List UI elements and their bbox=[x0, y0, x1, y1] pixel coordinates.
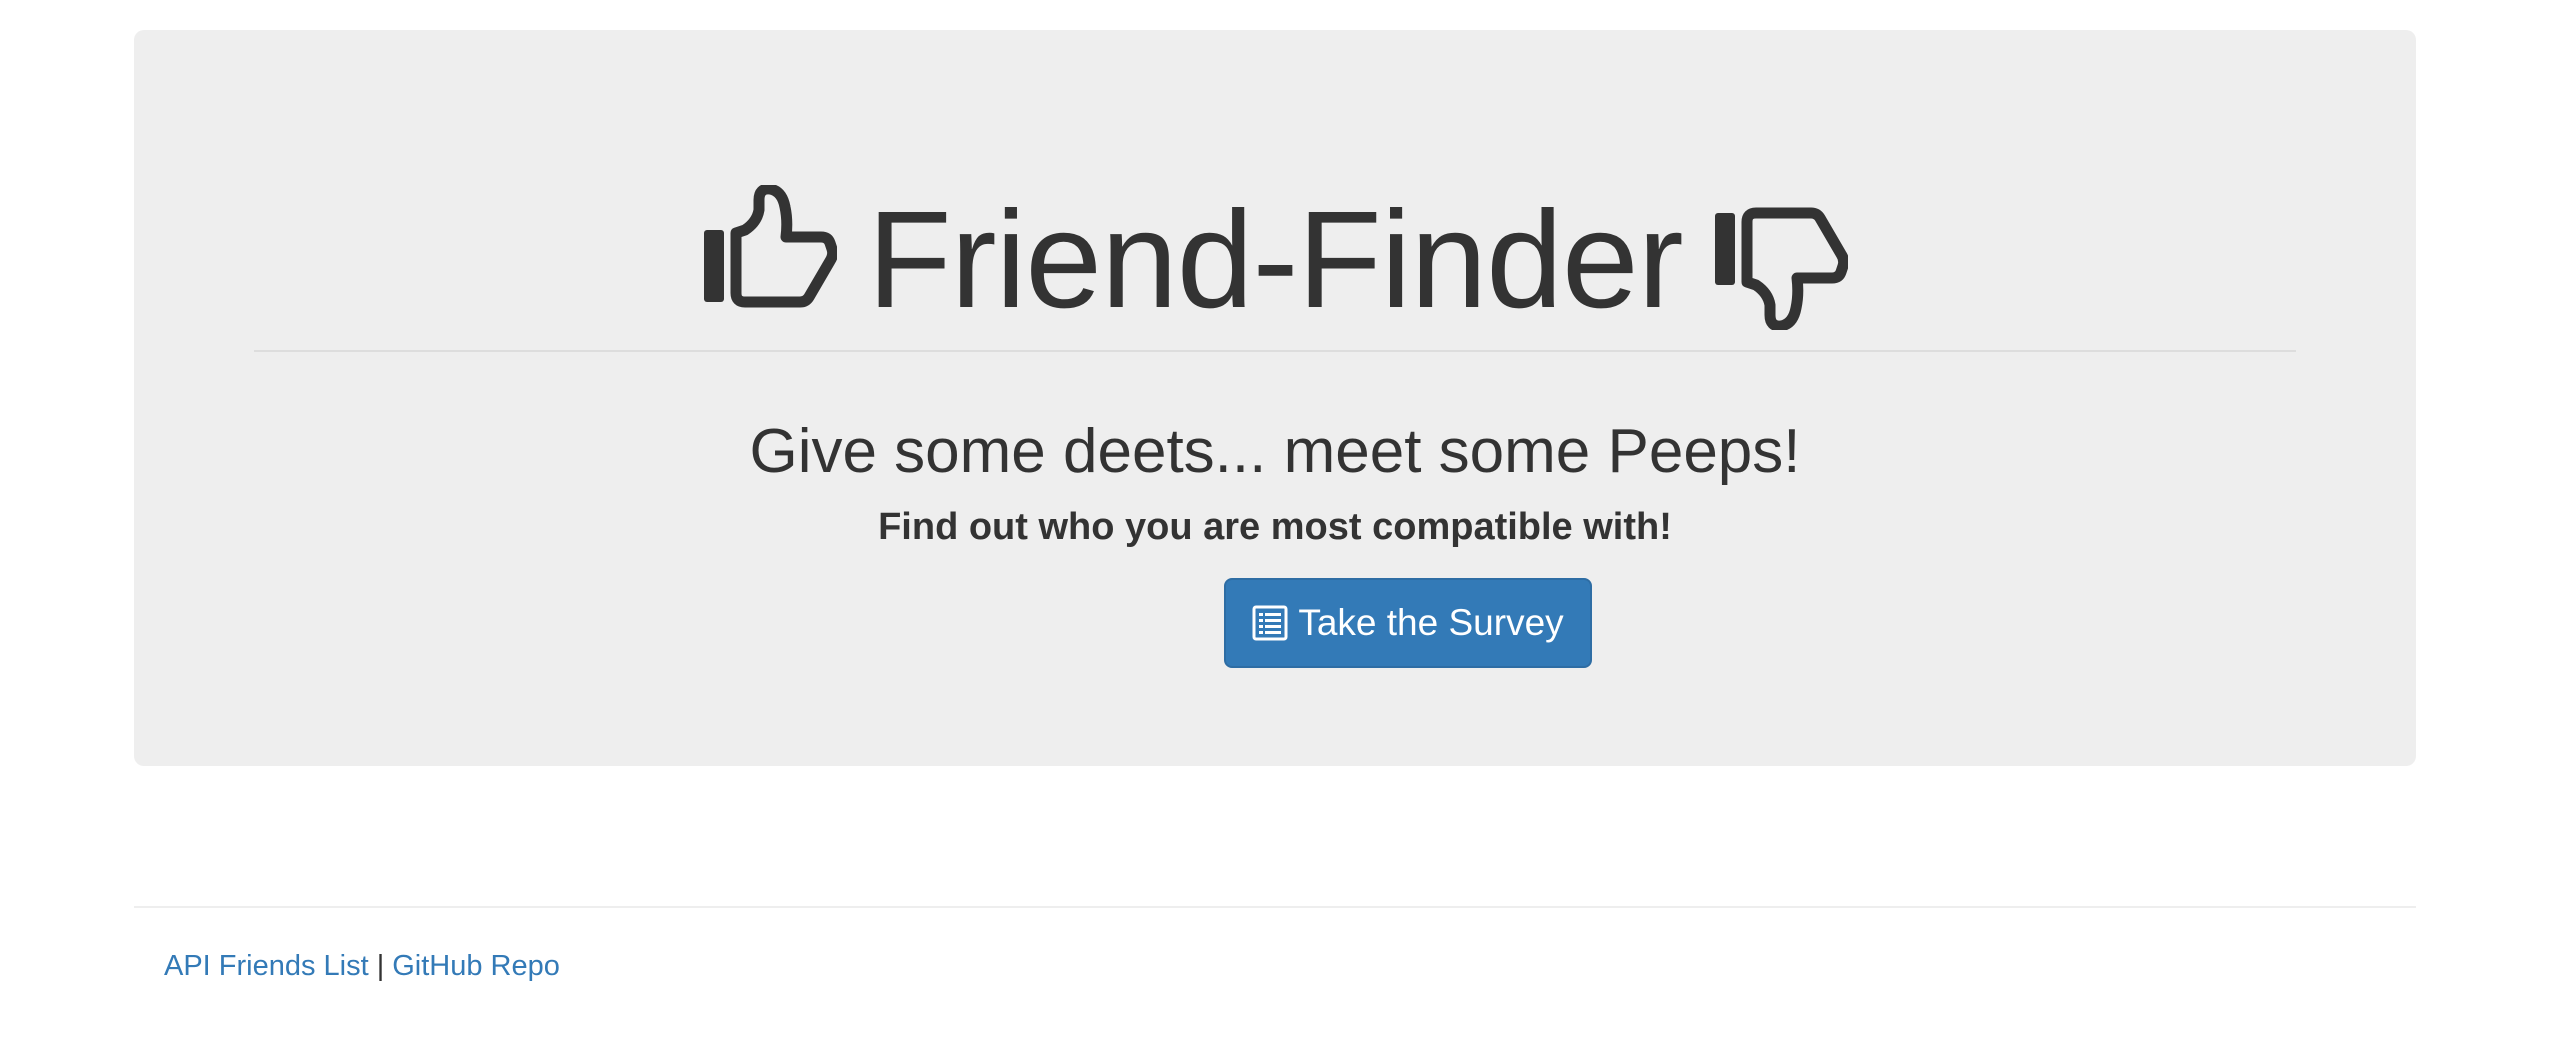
take-survey-button[interactable]: Take the Survey bbox=[1224, 578, 1592, 668]
thumbs-up-icon bbox=[704, 185, 838, 308]
footer-separator: | bbox=[376, 950, 385, 982]
tagline: Find out who you are most compatible wit… bbox=[878, 506, 1672, 548]
list-alt-icon bbox=[1252, 605, 1288, 641]
github-repo-link[interactable]: GitHub Repo bbox=[392, 950, 560, 982]
jumbotron: Friend-Finder Give some deets... meet so… bbox=[134, 30, 2416, 766]
page-title: Friend-Finder bbox=[867, 183, 1683, 337]
take-survey-button-label: Take the Survey bbox=[1298, 602, 1564, 643]
page-title-row: Friend-Finder bbox=[134, 180, 2416, 340]
subtitle: Give some deets... meet some Peeps! bbox=[749, 417, 1801, 486]
footer-divider bbox=[134, 906, 2416, 908]
footer: API Friends List | GitHub Repo bbox=[164, 950, 560, 983]
api-friends-list-link[interactable]: API Friends List bbox=[164, 950, 369, 982]
title-divider bbox=[254, 350, 2296, 352]
thumbs-down-icon bbox=[1714, 207, 1848, 330]
